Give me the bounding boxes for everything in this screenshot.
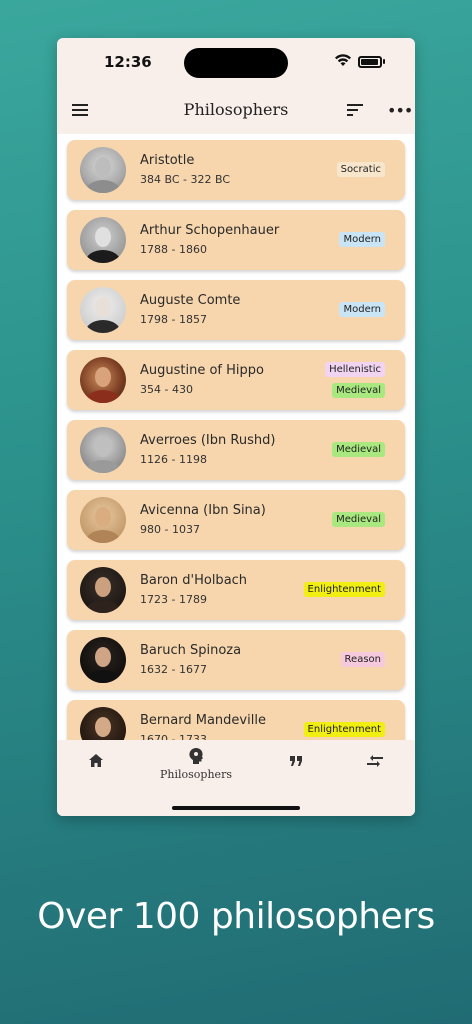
bottom-navigation: Philosophers	[57, 740, 415, 816]
philosopher-name: Bernard Mandeville	[140, 713, 266, 728]
home-icon	[89, 754, 103, 767]
philosopher-avatar	[80, 497, 126, 543]
philosopher-name: Augustine of Hippo	[140, 363, 264, 378]
nav-label-philosophers: Philosophers	[160, 768, 232, 781]
nav-compare[interactable]	[337, 740, 415, 800]
philosopher-years: 980 - 1037	[140, 523, 200, 536]
philosopher-name: Baruch Spinoza	[140, 643, 242, 658]
philosopher-years: 1788 - 1860	[140, 243, 207, 256]
compare-icon	[367, 755, 383, 767]
philosopher-years: 1723 - 1789	[140, 593, 207, 606]
philosopher-years: 1670 - 1733	[140, 733, 207, 740]
phone-frame: 12:36 Philosophers ••• Aristotle 384 BC -…	[57, 38, 415, 816]
philosopher-name: Baron d'Holbach	[140, 573, 248, 588]
philosopher-avatar	[80, 287, 126, 333]
era-badge: Medieval	[332, 383, 385, 398]
era-badge: Socratic	[336, 162, 385, 177]
quote-icon	[290, 756, 302, 766]
nav-quotes[interactable]	[257, 740, 337, 800]
philosopher-years: 1126 - 1198	[140, 453, 207, 466]
sort-icon[interactable]	[347, 104, 363, 116]
status-time: 12:36	[104, 53, 152, 71]
philosopher-name: Auguste Comte	[140, 293, 241, 308]
era-badge: Medieval	[332, 442, 385, 457]
more-vert-icon[interactable]: •••	[387, 101, 413, 120]
promo-tagline: Over 100 philosophers	[37, 896, 435, 937]
philosopher-avatar	[80, 427, 126, 473]
home-indicator	[172, 806, 300, 810]
philosopher-card[interactable]: Baron d'Holbach 1723 - 1789 Enlightenment	[67, 560, 405, 620]
philosopher-name: Avicenna (Ibn Sina)	[140, 503, 266, 518]
philosopher-card[interactable]: Averroes (Ibn Rushd) 1126 - 1198 Medieval	[67, 420, 405, 480]
philosopher-card[interactable]: Auguste Comte 1798 - 1857 Modern	[67, 280, 405, 340]
philosopher-list: Aristotle 384 BC - 322 BC Socratic Arthur S…	[57, 134, 415, 740]
philosopher-avatar	[80, 567, 126, 613]
era-badge: Modern	[339, 302, 385, 317]
philosopher-avatar	[80, 147, 126, 193]
philosopher-card[interactable]: Aristotle 384 BC - 322 BC Socratic	[67, 140, 405, 200]
philosopher-card[interactable]: Augustine of Hippo 354 - 430 Hellenistic Me…	[67, 350, 405, 410]
philosopher-years: 1632 - 1677	[140, 663, 207, 676]
status-bar: 12:36	[57, 38, 415, 88]
philosopher-card[interactable]: Baruch Spinoza 1632 - 1677 Reason	[67, 630, 405, 690]
wifi-icon	[335, 54, 351, 66]
philosopher-name: Arthur Schopenhauer	[140, 223, 280, 238]
nav-home[interactable]	[57, 740, 137, 800]
philosopher-avatar	[80, 707, 126, 740]
battery-icon	[358, 56, 382, 68]
philosopher-years: 354 - 430	[140, 383, 193, 396]
era-badge: Reason	[340, 652, 385, 667]
philosopher-avatar	[80, 357, 126, 403]
nav-philosophers[interactable]: Philosophers	[153, 740, 239, 800]
philosopher-card[interactable]: Arthur Schopenhauer 1788 - 1860 Modern	[67, 210, 405, 270]
era-badge: Hellenistic	[325, 362, 385, 377]
philosopher-name: Aristotle	[140, 153, 195, 168]
era-badge: Medieval	[332, 512, 385, 527]
philosopher-head-icon	[189, 748, 203, 764]
era-badge: Enlightenment	[303, 722, 385, 737]
battery-tip	[383, 59, 385, 64]
app-bar: Philosophers •••	[57, 88, 415, 134]
dynamic-island	[184, 48, 288, 78]
philosopher-card[interactable]: Bernard Mandeville 1670 - 1733 Enlightenme…	[67, 700, 405, 740]
philosopher-avatar	[80, 637, 126, 683]
philosopher-avatar	[80, 217, 126, 263]
philosopher-years: 1798 - 1857	[140, 313, 207, 326]
philosopher-years: 384 BC - 322 BC	[140, 173, 231, 186]
philosopher-card[interactable]: Avicenna (Ibn Sina) 980 - 1037 Medieval	[67, 490, 405, 550]
era-badge: Modern	[339, 232, 385, 247]
philosopher-name: Averroes (Ibn Rushd)	[140, 433, 276, 448]
era-badge: Enlightenment	[303, 582, 385, 597]
